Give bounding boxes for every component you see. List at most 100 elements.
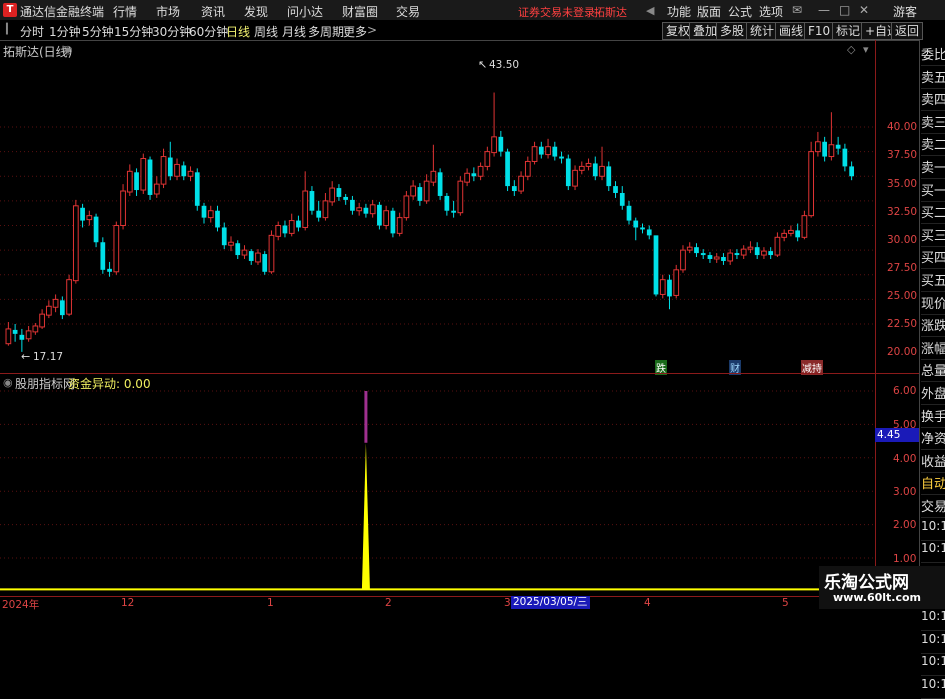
minimize-icon[interactable]: —	[818, 3, 830, 17]
side-panel-item[interactable]: 10:18	[921, 541, 945, 564]
side-panel-item[interactable]: 卖一	[921, 157, 945, 179]
side-panel-item[interactable]: 涨跌	[921, 315, 945, 338]
message-icon[interactable]: ✉	[792, 3, 802, 17]
period-60min[interactable]: 60分钟	[189, 23, 228, 40]
candle-body-down	[498, 136, 504, 152]
period-weekly[interactable]: 周线	[254, 23, 278, 40]
candle-body-down	[592, 163, 598, 177]
candle-body-up	[45, 305, 52, 316]
sub-y-tick-4: 4.00	[893, 453, 917, 465]
candle-body-up	[25, 330, 32, 340]
candle-body-up	[356, 207, 363, 212]
side-panel-item[interactable]: 买四	[921, 247, 945, 270]
indicator-chart-area[interactable]	[0, 388, 875, 596]
side-panel-item[interactable]: 交易	[921, 496, 945, 518]
candle-body-up	[781, 232, 788, 238]
side-panel-item[interactable]: 买三	[921, 225, 945, 247]
menu-xuanxiang[interactable]: 选项	[759, 3, 783, 20]
btn-fanhui[interactable]: 返回	[891, 22, 924, 40]
side-panel-item[interactable]: 买二	[921, 202, 945, 225]
period-multi[interactable]: 多周期	[308, 23, 344, 40]
btn-huaxian[interactable]: 画线	[775, 22, 808, 40]
menu-zixun[interactable]: 资讯	[201, 3, 225, 20]
menu-faxian[interactable]: 发现	[244, 3, 268, 20]
candle-body-down	[167, 157, 173, 177]
btn-biaoji[interactable]: 标记	[832, 22, 865, 40]
x-label-12: 12	[121, 597, 135, 609]
side-panel-item[interactable]: 卖三	[921, 112, 945, 134]
candle-body-down	[350, 199, 355, 211]
btn-duogu[interactable]: 多股	[716, 22, 749, 40]
candle-body-down	[437, 172, 443, 196]
side-panel-item[interactable]: 买五	[921, 270, 945, 292]
period-monthly[interactable]: 月线	[282, 23, 306, 40]
menu-banmian[interactable]: 版面	[697, 3, 721, 20]
side-panel-item[interactable]: 10:18	[921, 519, 945, 541]
x-label-1: 1	[267, 597, 274, 609]
period-fenshi[interactable]: 分时	[20, 23, 44, 40]
menu-jiaoyi[interactable]: 交易	[396, 3, 420, 20]
guest-label[interactable]: 游客	[893, 3, 917, 20]
maximize-icon[interactable]: □	[839, 3, 850, 17]
login-warning[interactable]: 证券交易未登录	[518, 4, 595, 20]
candle-body-up	[686, 246, 693, 251]
candle-body-down	[235, 243, 241, 256]
candle-body-down	[822, 141, 828, 157]
side-panel-item[interactable]: 卖四	[921, 89, 945, 112]
side-panel-item[interactable]: 委比	[921, 44, 945, 66]
cursor-value-tag: 4.45	[875, 428, 921, 442]
menu-caifuquan[interactable]: 财富圈	[342, 3, 378, 20]
more-chevron-icon[interactable]: >	[367, 23, 377, 37]
side-panel-item[interactable]: 总量	[921, 360, 945, 383]
period-5min[interactable]: 5分钟	[82, 23, 114, 40]
period-30min[interactable]: 30分钟	[152, 23, 191, 40]
period-more[interactable]: 更多	[343, 23, 367, 40]
candle-body-up	[322, 200, 329, 219]
candle-body-down	[754, 247, 760, 256]
btn-tongji[interactable]: 统计	[746, 22, 779, 40]
quote-side-panel: 委比 卖五 卖四 卖三 卖二 卖一 买一 买二 买三 买四 买五 现价 涨跌 涨幅 总量 外盘 换手 净资 收益 自动…	[919, 40, 945, 699]
candle-body-up	[228, 241, 234, 246]
candle-body-up	[828, 144, 835, 158]
side-panel-item[interactable]: 买一	[921, 180, 945, 202]
side-panel-item[interactable]: 涨幅	[921, 338, 945, 360]
side-panel-item[interactable]: 10:18	[921, 654, 945, 677]
side-panel-item[interactable]: 卖二	[921, 134, 945, 157]
side-panel-item[interactable]: 卖五	[921, 67, 945, 89]
period-daily[interactable]: 日线	[226, 23, 250, 40]
sub-y-tick-1: 1.00	[893, 553, 917, 565]
candle-body-up	[524, 160, 531, 177]
side-panel-item[interactable]: 10:18	[921, 677, 945, 699]
back-icon[interactable]: ◀	[646, 4, 654, 17]
candle-body-up	[464, 172, 470, 183]
candle-body-down	[12, 329, 18, 334]
side-panel-item[interactable]: 外盘	[921, 383, 945, 405]
side-panel-item[interactable]: 10:18	[921, 609, 945, 631]
side-panel-item[interactable]: 现价	[921, 293, 945, 315]
side-panel-item[interactable]: 10:18	[921, 632, 945, 654]
collapse-icon[interactable]: ▎	[6, 24, 14, 35]
menu-shichang[interactable]: 市场	[156, 3, 180, 20]
side-panel-item[interactable]: 换手	[921, 406, 945, 428]
period-15min[interactable]: 15分钟	[114, 23, 153, 40]
candle-body-up	[491, 136, 497, 154]
diamond-icon[interactable]: ◇	[847, 43, 855, 56]
candle-body-down	[248, 251, 254, 261]
signal-spike	[361, 442, 370, 590]
btn-f10[interactable]: F10	[804, 22, 835, 40]
x-label-2: 2	[385, 597, 392, 609]
close-icon[interactable]: ✕	[859, 3, 869, 17]
app-logo-icon: T	[3, 3, 17, 17]
side-panel-item[interactable]: 收益	[921, 451, 945, 473]
panel-menu-icon[interactable]: ▾	[863, 43, 869, 56]
menu-gongshi[interactable]: 公式	[728, 3, 752, 20]
period-1min[interactable]: 1分钟	[49, 23, 81, 40]
chart-settings-icon[interactable]: ◉	[63, 43, 73, 56]
candle-body-down	[626, 205, 632, 221]
side-panel-item[interactable]: 自动	[921, 473, 945, 496]
menu-wenxiaoda[interactable]: 问小达	[287, 3, 323, 20]
menu-hangqing[interactable]: 行情	[113, 3, 137, 20]
side-panel-item[interactable]: 净资	[921, 428, 945, 451]
main-chart-area[interactable]	[0, 58, 875, 372]
menu-gongneng[interactable]: 功能	[667, 3, 691, 20]
